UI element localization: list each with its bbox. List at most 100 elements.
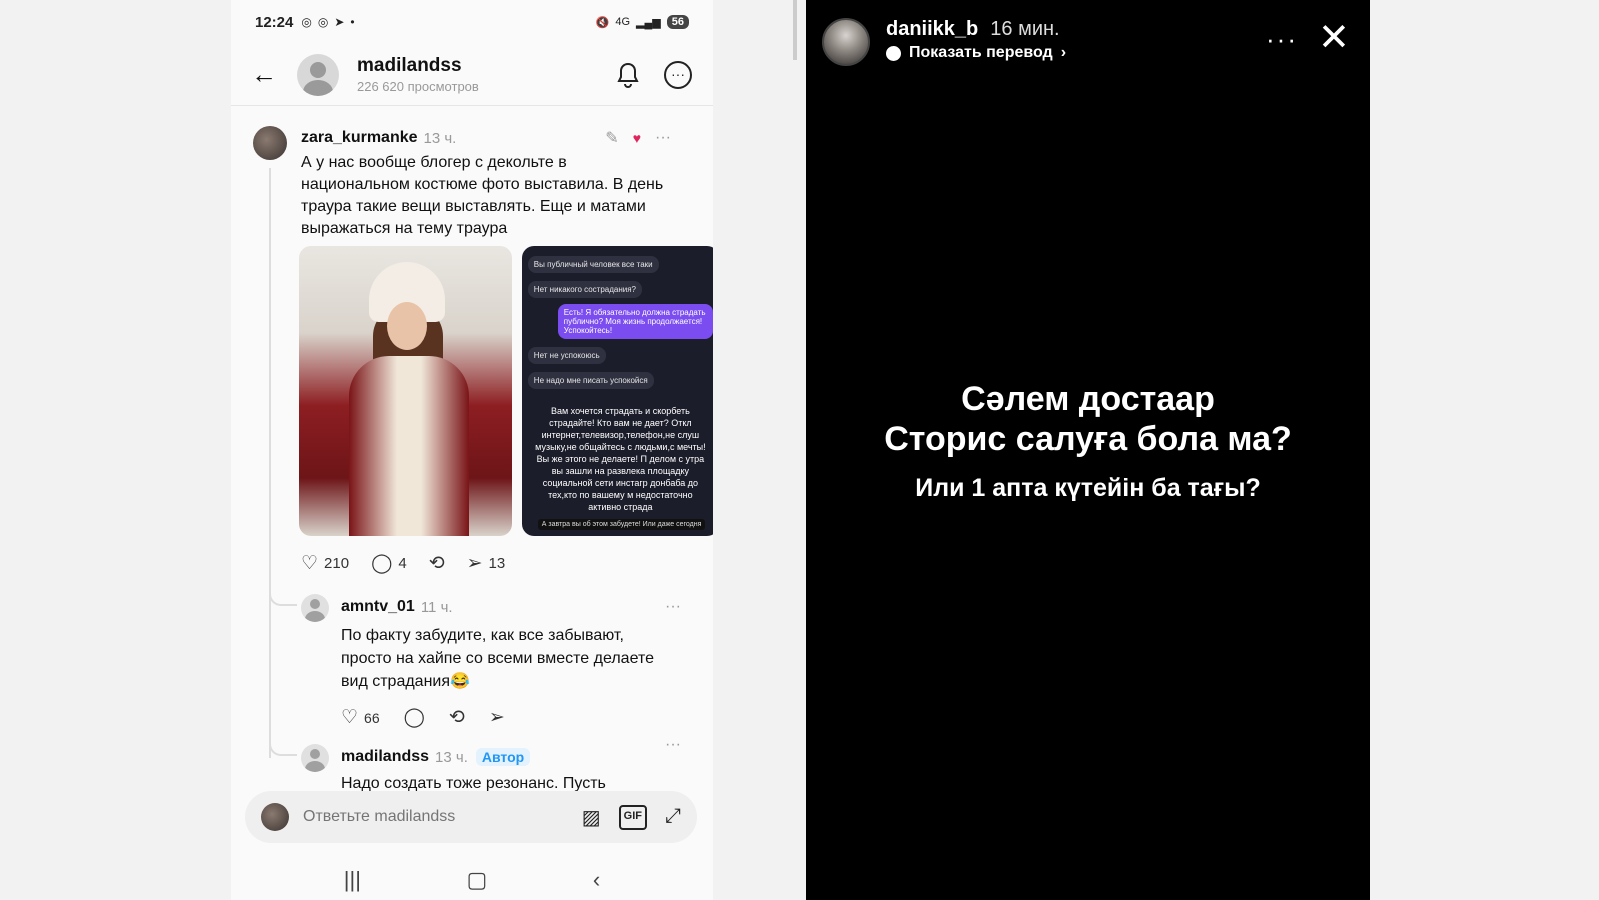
mute-icon: 🔇: [595, 16, 610, 29]
repost-icon: ⟲: [448, 707, 465, 728]
recent-apps-icon[interactable]: |||: [344, 867, 361, 893]
like-button[interactable]: ♡ 210: [301, 552, 349, 575]
chat-bubble: Есть! Я обязательно должна страдать публ…: [557, 304, 713, 339]
post-username[interactable]: zara_kurmanke: [301, 129, 418, 147]
notification-icons: ◎ ◎ ➤ •: [301, 15, 354, 29]
comment-icon: ◯: [371, 553, 393, 574]
repost-button[interactable]: ⟲: [429, 552, 445, 575]
close-icon[interactable]: ✕: [1318, 18, 1350, 58]
header-views: 226 620 просмотров: [357, 79, 479, 94]
signal-icon: ▂▄▆: [636, 16, 661, 29]
more-options-icon[interactable]: ···: [663, 60, 693, 90]
more-icon[interactable]: ···: [665, 736, 681, 754]
heart-icon: ♡: [341, 707, 359, 728]
reply-username[interactable]: amntv_01: [341, 598, 415, 616]
thread-header: ← madilandss 226 620 просмотров ···: [231, 44, 713, 106]
send-icon: ➢: [466, 553, 483, 574]
thread-branch: [269, 586, 297, 606]
avatar[interactable]: [253, 126, 287, 160]
story-header: daniikk_b 16 мин.: [886, 18, 1060, 41]
comment-icon: ◯: [403, 707, 425, 728]
network-label: 4G: [615, 16, 631, 28]
avatar[interactable]: [297, 53, 339, 96]
share-button[interactable]: ➢ 13: [467, 552, 506, 575]
story-time: 16 мин.: [990, 18, 1060, 40]
reply-header: madilandss 13 ч. Автор ···: [341, 736, 681, 766]
composer-actions: ▨ GIF ⤢: [582, 804, 681, 830]
reply-text: По факту забудите, как все забывают, про…: [341, 627, 654, 690]
chat-bubble: Не надо мне писать успокойся: [527, 372, 654, 389]
repost-button[interactable]: ⟲: [449, 706, 465, 729]
chat-footer: А завтра вы об этом забудете! Или даже с…: [537, 519, 706, 530]
more-icon[interactable]: ···: [1266, 24, 1298, 55]
system-icons: 🔇 4G ▂▄▆ 56: [596, 15, 689, 29]
comment-count: 4: [398, 555, 407, 572]
media-carousel[interactable]: Вы публичный человек все таки Нет никако…: [299, 246, 713, 536]
avatar[interactable]: [301, 744, 329, 772]
reply-username[interactable]: madilandss: [341, 748, 429, 766]
reply-time: 11 ч.: [420, 598, 453, 616]
comment-button[interactable]: ◯ 4: [371, 552, 407, 575]
story-username[interactable]: daniikk_b: [886, 18, 978, 41]
chat-bubble: Нет никакого сострадания?: [527, 281, 642, 298]
telegram-icon: ➤: [334, 15, 345, 29]
reply-time: 13 ч.: [435, 748, 468, 766]
more-icon[interactable]: ···: [665, 598, 681, 616]
home-icon[interactable]: ▢: [467, 867, 488, 893]
reply-stats: ♡ 66 ◯ ⟲ ➢: [341, 706, 505, 729]
instagram-icon: ◎: [301, 15, 312, 29]
post-top-actions: ✎ ♥ ···: [605, 128, 671, 148]
android-nav-bar: ||| ▢ ‹: [231, 860, 713, 900]
translate-icon: [886, 45, 901, 61]
send-icon: ➢: [488, 707, 505, 728]
post-time: 13 ч.: [423, 129, 457, 147]
author-badge: Автор: [475, 748, 531, 766]
reply-header: amntv_01 11 ч. ···: [341, 598, 681, 616]
post-header: zara_kurmanke 13 ч. ✎ ♥ ···: [301, 128, 671, 148]
expand-icon[interactable]: ⤢: [665, 805, 681, 830]
dot-icon: •: [350, 15, 355, 29]
edit-icon[interactable]: ✎: [605, 128, 618, 148]
back-icon[interactable]: ‹: [593, 867, 600, 893]
like-button[interactable]: ♡ 66: [341, 706, 380, 729]
screen: 12:24 ◎ ◎ ➤ • 🔇 4G ▂▄▆ 56 ← madilandss 2…: [0, 0, 1599, 900]
like-count: 66: [364, 709, 380, 726]
gif-button[interactable]: GIF: [618, 804, 647, 830]
story-text-line: Или 1 апта күтейін ба тағы?: [915, 474, 1261, 502]
chevron-right-icon: ›: [1060, 44, 1067, 61]
instagram-story[interactable]: daniikk_b 16 мин. Показать перевод › ···…: [806, 0, 1370, 900]
back-arrow-icon[interactable]: ←: [251, 59, 281, 90]
post-stats: ♡ 210 ◯ 4 ⟲ ➢ 13: [301, 552, 505, 575]
comment-button[interactable]: ◯: [404, 706, 425, 729]
image-icon[interactable]: ▨: [582, 805, 601, 830]
thread-line: [269, 168, 271, 758]
threads-app-screen: 12:24 ◎ ◎ ➤ • 🔇 4G ▂▄▆ 56 ← madilandss 2…: [231, 0, 713, 900]
avatar[interactable]: [822, 18, 870, 66]
status-bar: 12:24 ◎ ◎ ➤ • 🔇 4G ▂▄▆ 56: [231, 0, 713, 44]
chat-bubble: Вы публичный человек все таки: [527, 256, 659, 273]
more-icon[interactable]: ···: [655, 129, 671, 147]
share-count: 13: [488, 555, 506, 572]
post-photo[interactable]: [299, 246, 512, 536]
post-text: А у нас вообще блогер с декольте в нацио…: [301, 154, 664, 237]
heart-icon: ♡: [301, 553, 319, 574]
avatar: [261, 803, 289, 831]
reply-input[interactable]: [303, 808, 543, 826]
instagram-icon: ◎: [317, 15, 329, 29]
battery-icon: 56: [666, 15, 689, 29]
translate-button[interactable]: Показать перевод ›: [886, 44, 1066, 62]
divider: [793, 0, 797, 60]
status-time: 12:24: [255, 13, 294, 31]
avatar[interactable]: [301, 594, 329, 622]
story-text-line: Сторис салуға бола ма?: [884, 420, 1292, 458]
like-count: 210: [324, 555, 350, 572]
post-chat-screenshot[interactable]: Вы публичный человек все таки Нет никако…: [521, 246, 713, 536]
thread-branch: [269, 736, 297, 756]
chat-bubble: Нет не успокоюсь: [527, 347, 606, 364]
bell-icon[interactable]: [613, 60, 643, 90]
share-button[interactable]: ➢: [489, 706, 505, 729]
header-actions: ···: [613, 60, 693, 90]
reply-composer: ▨ GIF ⤢: [245, 791, 697, 843]
header-username[interactable]: madilandss: [357, 55, 479, 77]
translate-label: Показать перевод: [909, 44, 1053, 61]
